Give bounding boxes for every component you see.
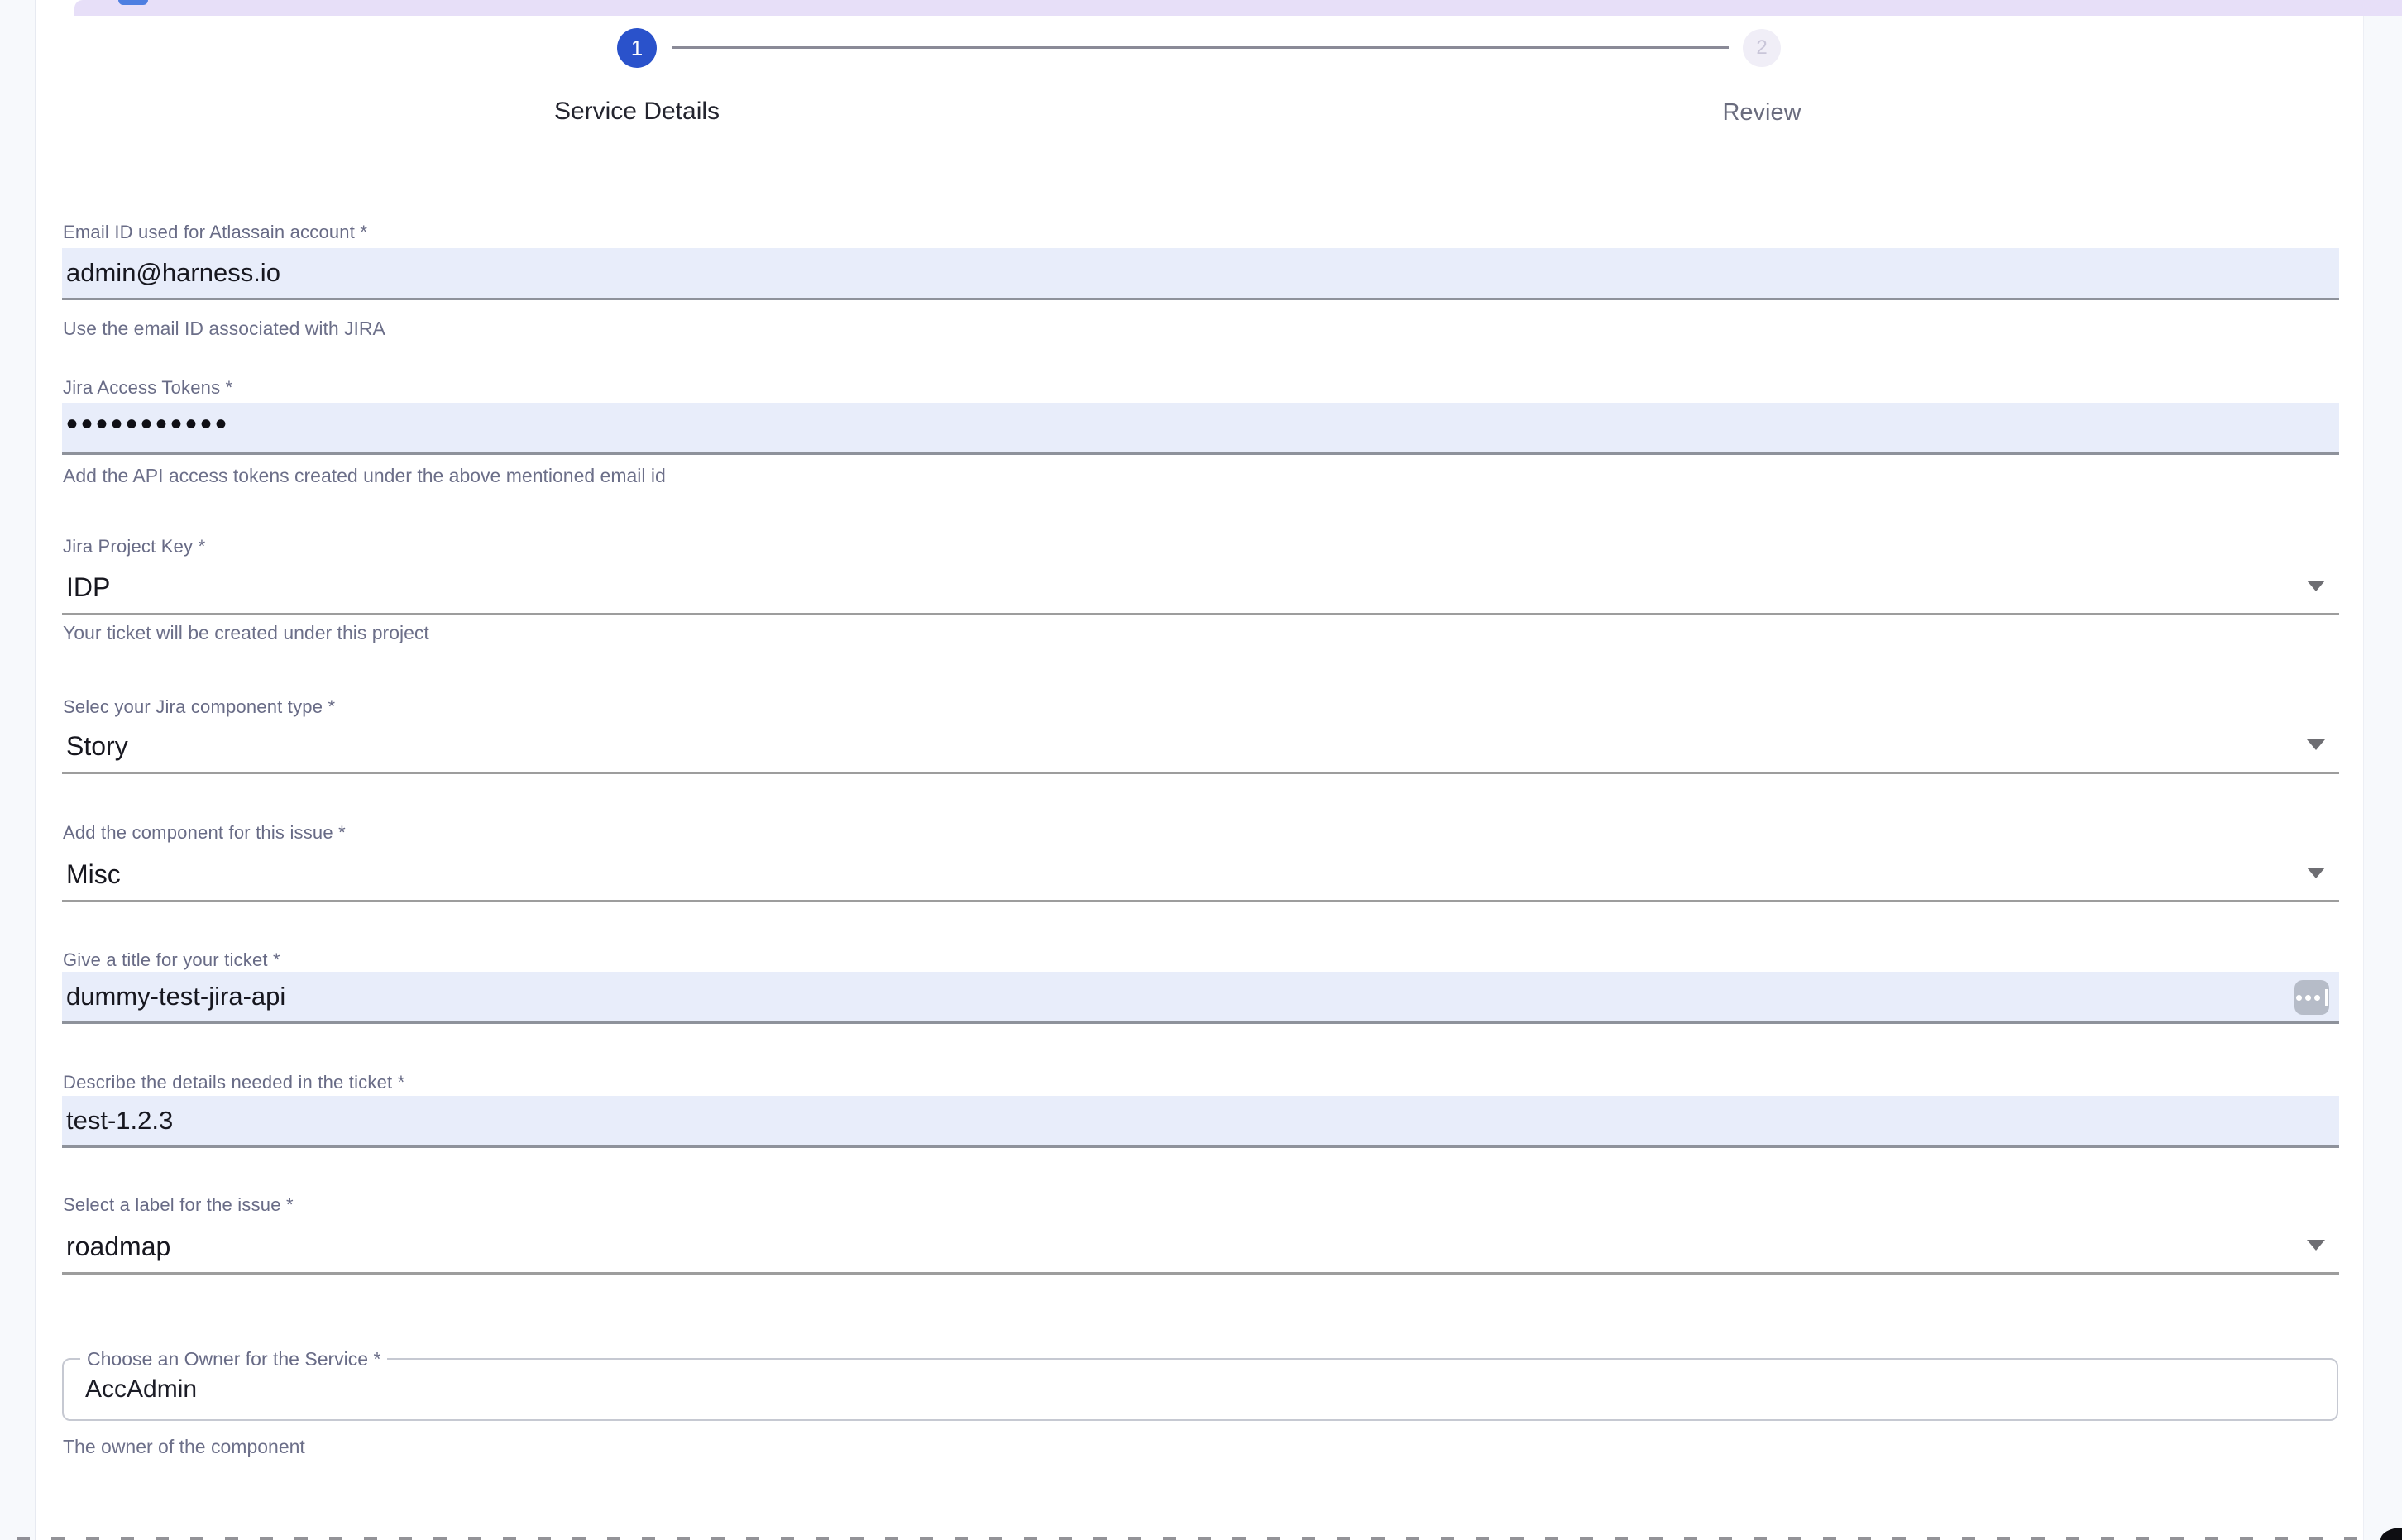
stepper-connector xyxy=(672,46,1729,49)
step-2-label: Review xyxy=(1514,99,2010,127)
ticket-title-input[interactable]: dummy-test-jira-api xyxy=(62,972,2339,1024)
step-2-indicator[interactable]: 2 xyxy=(1743,29,1781,67)
email-field-label: Email ID used for Atlassain account * xyxy=(63,222,2339,243)
component-type-value: Story xyxy=(66,731,128,762)
ticket-title-field-label: Give a title for your ticket * xyxy=(63,949,2339,971)
jira-tokens-input[interactable]: ••••••••••• xyxy=(62,403,2339,455)
component-type-select[interactable]: Story xyxy=(62,721,2339,774)
cutoff-content-edge xyxy=(17,1537,2374,1540)
jira-tokens-field-label: Jira Access Tokens * xyxy=(63,377,2339,399)
email-helper-text: Use the email ID associated with JIRA xyxy=(63,318,2339,340)
dropdown-arrow-icon xyxy=(2307,1240,2325,1251)
project-key-helper-text: Your ticket will be created under this p… xyxy=(63,622,2339,644)
dropdown-arrow-icon xyxy=(2307,581,2325,591)
project-key-field-label: Jira Project Key * xyxy=(63,536,2339,557)
component-type-field-label: Selec your Jira component type * xyxy=(63,696,2339,718)
project-key-select[interactable]: IDP xyxy=(62,562,2339,615)
step-1-indicator[interactable]: 1 xyxy=(617,28,657,68)
logo-icon xyxy=(118,0,148,5)
ticket-details-field-label: Describe the details needed in the ticke… xyxy=(63,1072,2339,1093)
service-owner-value: AccAdmin xyxy=(85,1375,197,1404)
step-1-number: 1 xyxy=(631,36,643,61)
email-input[interactable]: admin@harness.io xyxy=(62,248,2339,300)
issue-component-field-label: Add the component for this issue * xyxy=(63,822,2339,844)
email-input-value: admin@harness.io xyxy=(66,258,280,288)
issue-component-value: Misc xyxy=(66,859,121,890)
dropdown-arrow-icon xyxy=(2307,868,2325,878)
ticket-details-value: test-1.2.3 xyxy=(66,1106,173,1136)
corner-widget-fragment xyxy=(2380,1528,2402,1540)
issue-label-value: roadmap xyxy=(66,1232,170,1262)
issue-label-select[interactable]: roadmap xyxy=(62,1222,2339,1275)
ticket-details-input[interactable]: test-1.2.3 xyxy=(62,1096,2339,1148)
jira-tokens-helper-text: Add the API access tokens created under … xyxy=(63,465,2339,487)
project-key-value: IDP xyxy=(66,572,110,603)
service-owner-helper-text: The owner of the component xyxy=(63,1436,2339,1458)
dropdown-arrow-icon xyxy=(2307,739,2325,750)
issue-label-field-label: Select a label for the issue * xyxy=(63,1194,2339,1216)
ticket-title-value: dummy-test-jira-api xyxy=(66,982,285,1012)
jira-tokens-masked-value: ••••••••••• xyxy=(66,406,230,443)
text-cursor-badge-icon[interactable] xyxy=(2294,980,2329,1015)
issue-component-select[interactable]: Misc xyxy=(62,849,2339,902)
step-1-label: Service Details xyxy=(389,98,885,126)
collapsed-header-bar xyxy=(74,0,2402,16)
step-2-number: 2 xyxy=(1756,36,1767,60)
service-owner-input[interactable]: Choose an Owner for the Service * AccAdm… xyxy=(62,1358,2338,1421)
service-owner-field-label: Choose an Owner for the Service * xyxy=(80,1348,387,1370)
